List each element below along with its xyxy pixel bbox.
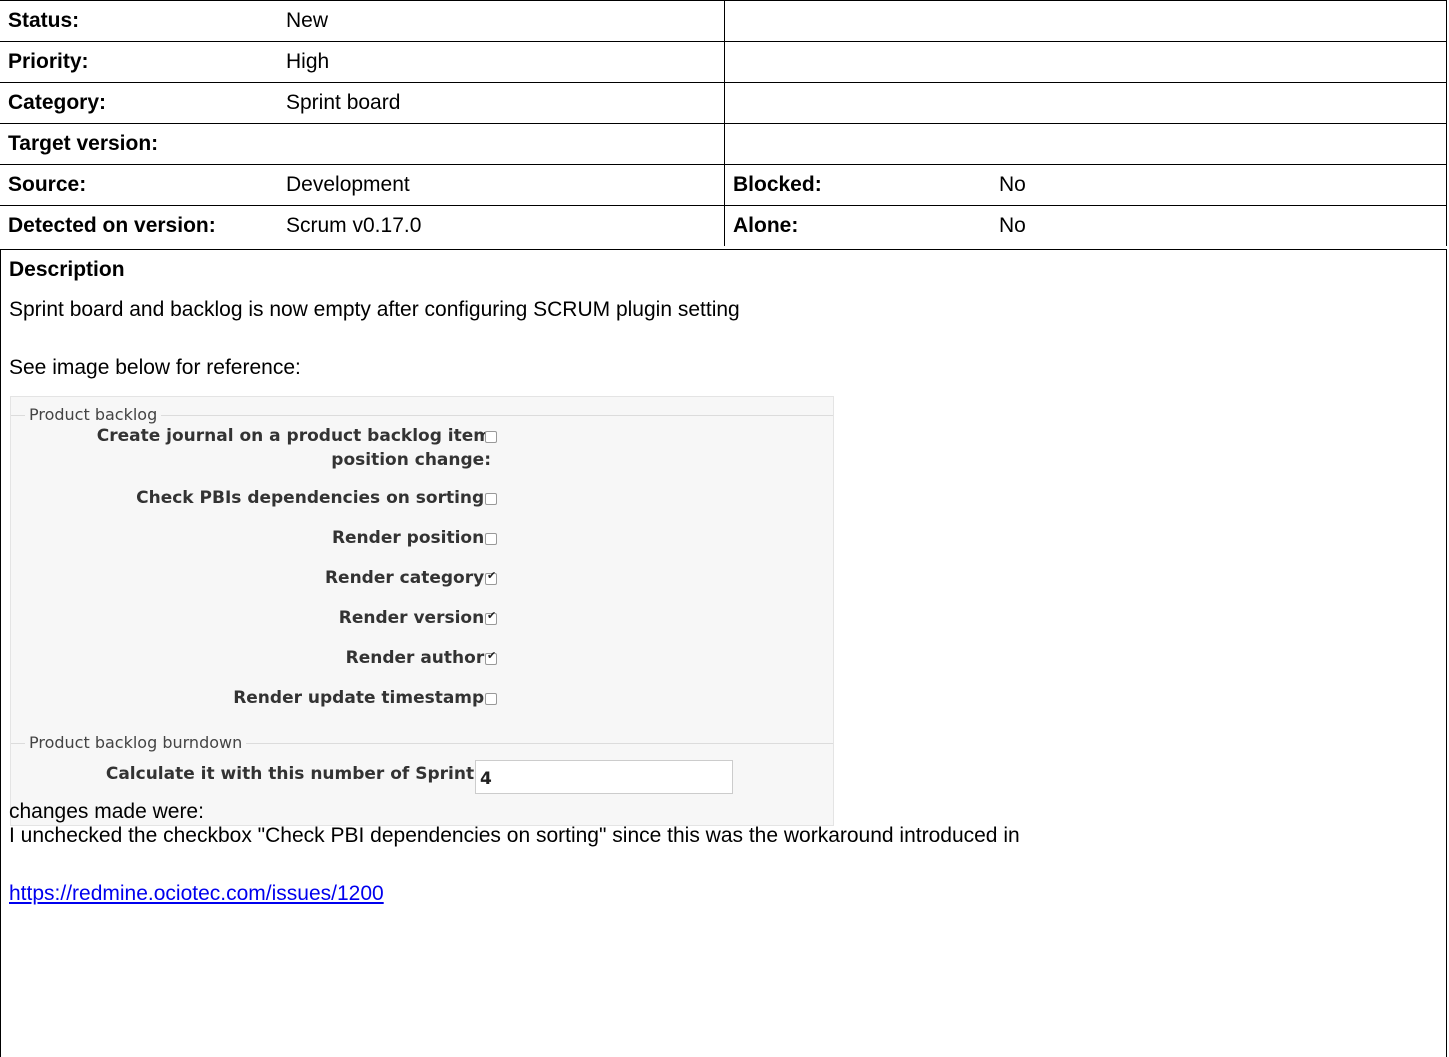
setting-label-render-category: Render category: (324, 568, 491, 588)
description-text-2: See image below for reference: (9, 356, 301, 379)
attr-row-category: Category: Sprint board (0, 82, 1447, 124)
category-label: Category: (0, 82, 278, 124)
attr-row-detected-version: Detected on version: Scrum v0.17.0 Alone… (0, 205, 1447, 246)
target-version-value (278, 123, 725, 165)
description-section: Description Sprint board and backlog is … (0, 249, 1447, 1057)
detected-version-value: Scrum v0.17.0 (278, 205, 725, 246)
setting-label-check-pbi-dependencies: Check PBIs dependencies on sorting: (136, 488, 491, 508)
checkbox-render-version (485, 609, 497, 625)
description-title: Description (9, 258, 125, 281)
category-value: Sprint board (278, 82, 725, 124)
description-text-1: Sprint board and backlog is now empty af… (9, 298, 740, 321)
description-text-4: I unchecked the checkbox "Check PBI depe… (9, 824, 1020, 847)
priority-value: High (278, 41, 725, 83)
product-backlog-burndown-legend: Product backlog burndown (25, 733, 247, 752)
attr-row-source: Source: Development Blocked: No (0, 164, 1447, 206)
source-value: Development (278, 164, 725, 206)
target-version-label: Target version: (0, 123, 278, 165)
description-text-3: changes made were: (9, 800, 204, 823)
setting-label-render-update-timestamp: Render update timestamp: (233, 688, 491, 708)
setting-label-position-change: position change: (331, 450, 491, 470)
status-value: New (278, 0, 725, 42)
sprints-number-input: 4 (475, 760, 733, 794)
checkbox-render-position (485, 533, 497, 545)
status-label: Status: (0, 0, 278, 42)
issue-link[interactable]: https://redmine.ociotec.com/issues/1200 (9, 882, 384, 905)
issue-attributes-table: Status: New Priority: High Category: Spr… (0, 0, 1447, 246)
setting-label-create-journal: Create journal on a product backlog item (96, 426, 491, 446)
alone-value: No (991, 205, 1447, 246)
attr-row-status: Status: New (0, 0, 1447, 42)
attr-row-priority: Priority: High (0, 41, 1447, 83)
checkbox-render-category (485, 569, 497, 585)
alone-label: Alone: (724, 205, 991, 246)
source-label: Source: (0, 164, 278, 206)
product-backlog-legend: Product backlog (25, 405, 162, 424)
priority-label: Priority: (0, 41, 278, 83)
checkbox-check-pbi-dependencies (485, 493, 497, 505)
attr-row-target-version: Target version: (0, 123, 1447, 165)
detected-version-label: Detected on version: (0, 205, 278, 246)
blocked-value: No (991, 164, 1447, 206)
setting-label-sprints-number: Calculate it with this number of Sprints… (105, 764, 491, 784)
product-backlog-fieldset: Product backlog Create journal on a prod… (11, 405, 833, 744)
setting-label-render-version: Render version: (338, 608, 491, 628)
blocked-label: Blocked: (724, 164, 991, 206)
checkbox-create-journal (485, 431, 497, 443)
setting-label-render-position: Render position: (331, 528, 491, 548)
description-link-container: https://redmine.ociotec.com/issues/1200 (9, 882, 384, 906)
setting-label-render-author: Render author: (345, 648, 491, 668)
settings-screenshot: Product backlog Create journal on a prod… (10, 396, 834, 826)
checkbox-render-update-timestamp (485, 693, 497, 705)
checkbox-render-author (485, 649, 497, 665)
